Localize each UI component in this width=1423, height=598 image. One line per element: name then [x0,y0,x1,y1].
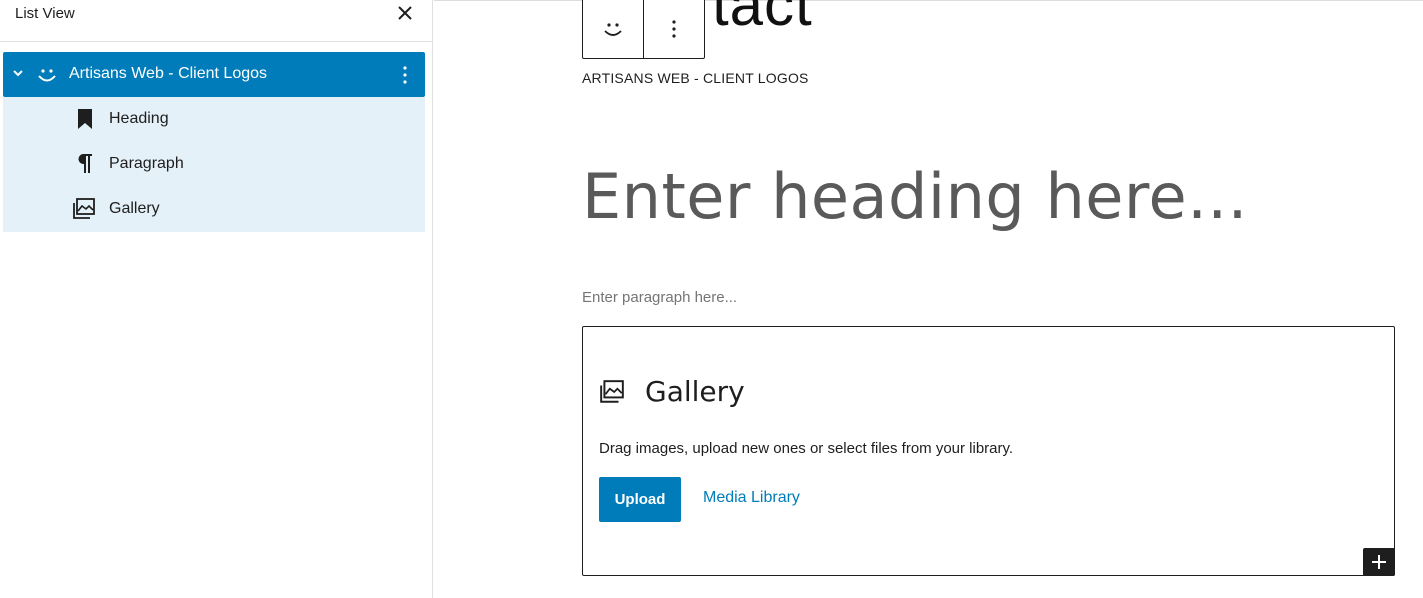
close-list-view-button[interactable] [393,1,417,25]
list-view-header: List View [0,0,432,42]
block-type-button[interactable] [583,0,644,58]
gallery-icon [600,380,624,403]
block-toolbar [582,0,705,59]
block-options-button[interactable] [395,63,415,87]
plus-icon [1372,555,1386,569]
tree-item-label: Heading [109,110,169,127]
add-block-button[interactable] [1363,548,1395,576]
gallery-placeholder[interactable]: Gallery Drag images, upload new ones or … [582,326,1395,576]
paragraph-placeholder[interactable]: Enter paragraph here... [582,289,737,306]
media-library-button[interactable]: Media Library [703,489,800,507]
page-title-fragment: tact [712,0,813,38]
toolbar-options-button[interactable] [644,0,705,58]
bookmark-heading-icon [78,109,92,129]
tree-item-label: Artisans Web - Client Logos [69,65,268,82]
close-icon [398,6,412,20]
chevron-down-icon[interactable] [12,67,24,79]
gallery-icon [73,198,95,219]
tree-item-gallery[interactable]: Gallery [3,187,425,232]
gallery-title: Gallery [645,375,745,408]
smiley-block-icon [38,69,56,82]
gallery-instructions: Drag images, upload new ones or select f… [599,440,1014,457]
list-view-title: List View [15,5,75,22]
tree-item-label: Gallery [109,200,160,217]
upload-button[interactable]: Upload [599,477,681,522]
pilcrow-paragraph-icon [78,154,92,173]
list-view-panel: List View Artisans Web - Client Logos He… [0,0,433,598]
block-name-label: ARTISANS WEB - CLIENT LOGOS [582,70,809,86]
editor-canvas: tact ARTISANS WEB - CLIENT LOGOS Enter h… [434,0,1423,598]
smiley-block-icon [604,22,622,36]
tree-item-label: Paragraph [109,155,184,172]
tree-item-heading[interactable]: Heading [3,97,425,142]
block-tree: Artisans Web - Client Logos Heading Para… [3,52,425,232]
more-vertical-icon [672,19,676,38]
tree-item-client-logos[interactable]: Artisans Web - Client Logos [3,52,425,97]
heading-placeholder[interactable]: Enter heading here... [582,160,1248,233]
more-vertical-icon [403,66,407,84]
tree-item-paragraph[interactable]: Paragraph [3,142,425,187]
